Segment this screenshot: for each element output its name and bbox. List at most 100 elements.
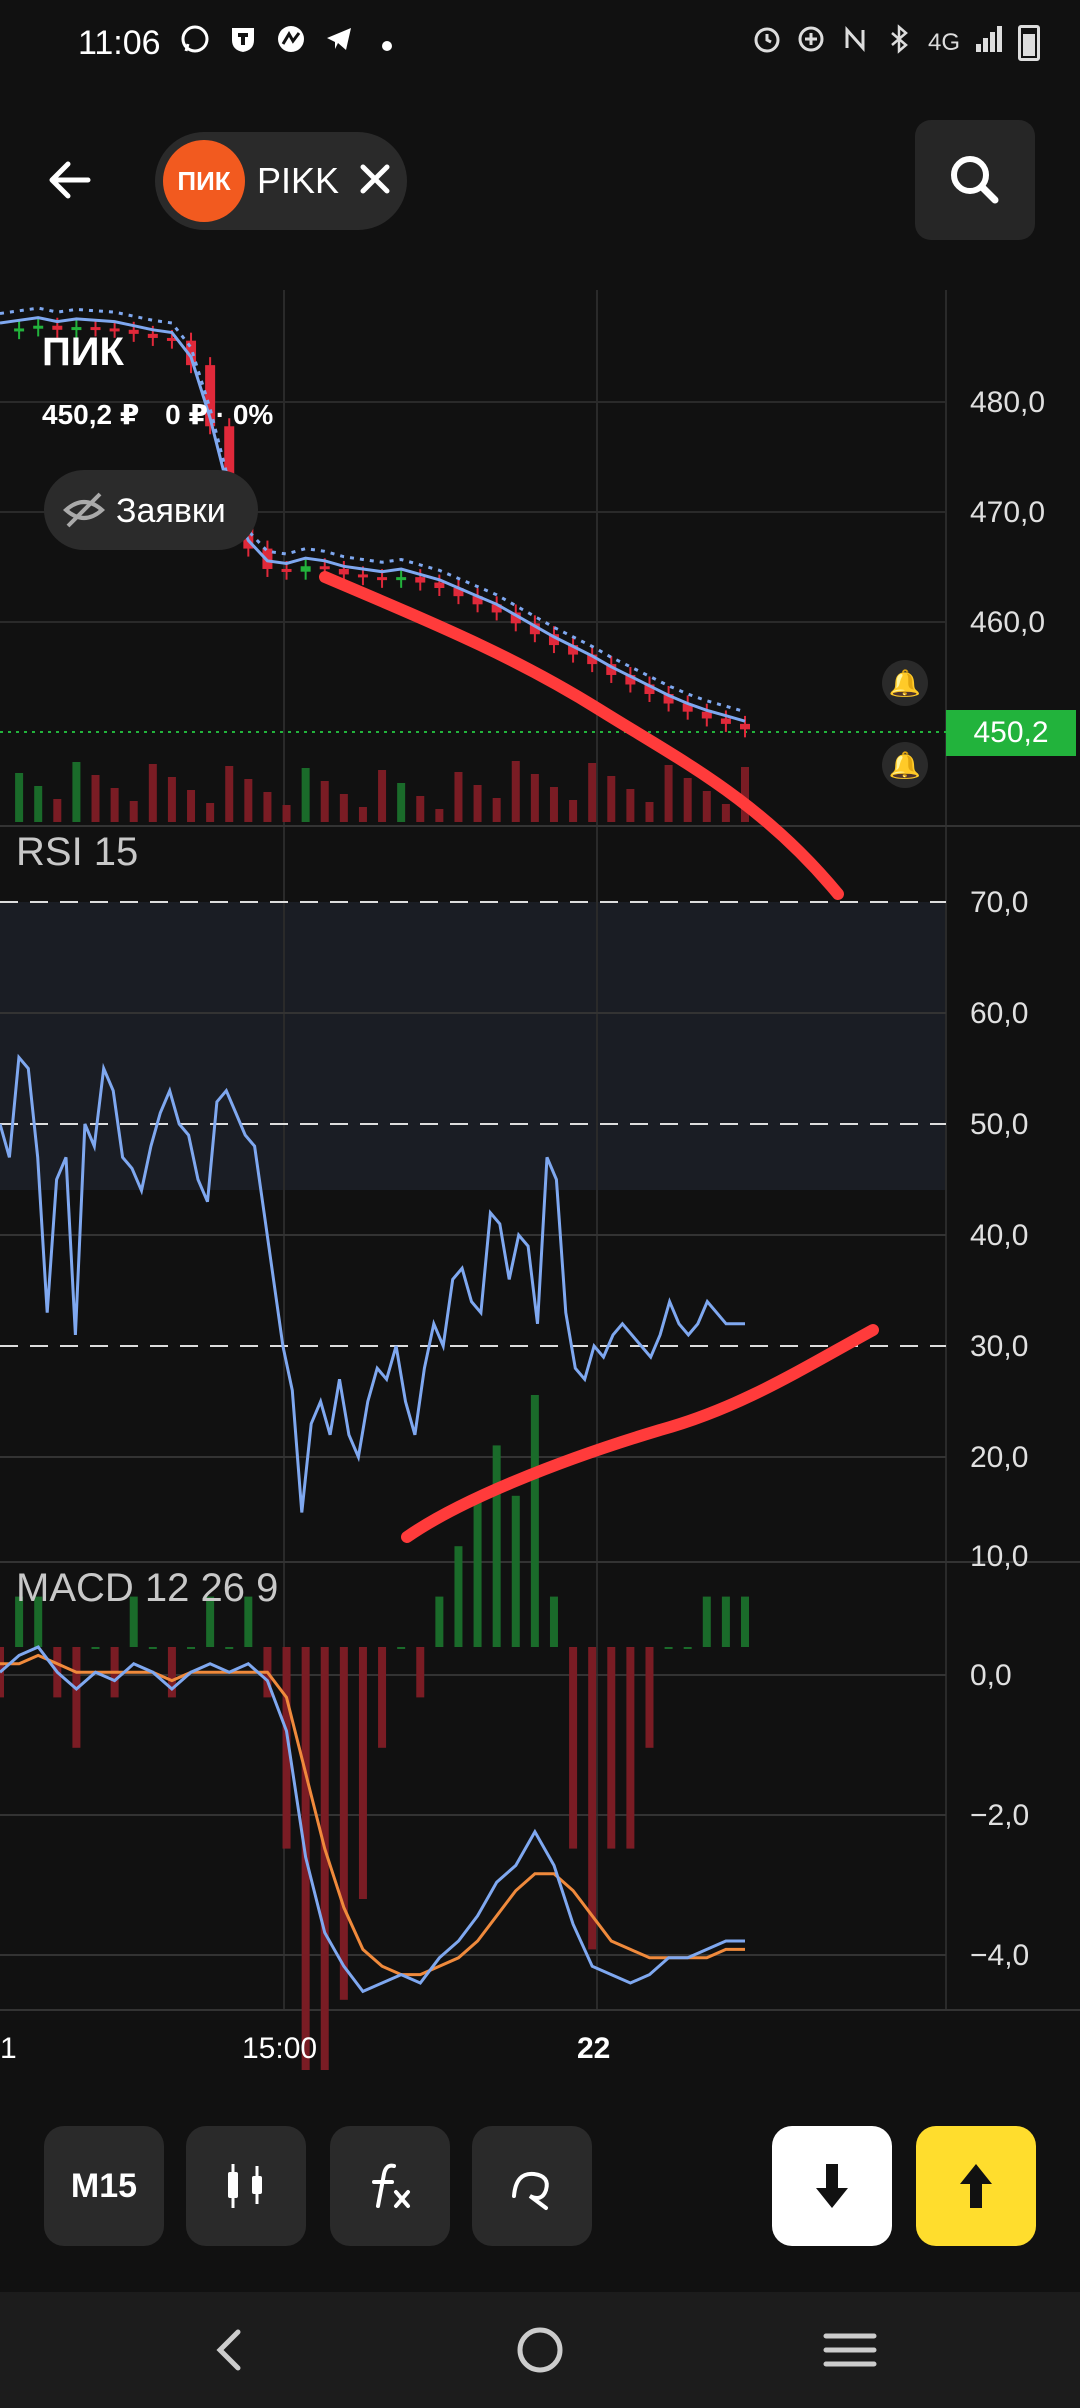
time-axis-label: 15:00 xyxy=(242,2032,318,2065)
volume-bar xyxy=(569,800,578,822)
macd-histogram-bar xyxy=(435,1596,444,1647)
volume-bar xyxy=(187,790,196,822)
volume-bar xyxy=(301,768,310,822)
volume-bar xyxy=(492,798,501,822)
bell-icon[interactable]: 🔔 xyxy=(882,660,928,706)
volume-bar xyxy=(225,766,234,822)
macd-histogram-bar xyxy=(72,1647,81,1748)
signal-icon xyxy=(974,24,1004,61)
sell-button[interactable] xyxy=(772,2126,892,2246)
chart-type-button[interactable] xyxy=(186,2126,306,2246)
volume-bar xyxy=(664,765,673,822)
price-change-pct: 0% xyxy=(232,399,274,430)
notification-icons xyxy=(180,24,402,62)
macd-histogram-bar xyxy=(683,1647,692,1649)
macd-histogram-bar xyxy=(225,1647,234,1649)
search-button[interactable] xyxy=(915,120,1035,240)
data-saver-icon xyxy=(796,24,826,61)
volume-bar xyxy=(358,807,367,822)
macd-histogram-bar xyxy=(530,1395,539,1647)
ticker-chip[interactable]: ПИК PIKK xyxy=(155,132,407,230)
eye-off-icon xyxy=(62,492,106,528)
arrow-down-icon xyxy=(816,2164,848,2208)
candle-body xyxy=(434,582,445,588)
volume-bar xyxy=(588,763,597,822)
macd-histogram-bar xyxy=(645,1647,654,1748)
candle-body xyxy=(415,577,426,583)
macd-histogram-bar xyxy=(91,1647,100,1649)
bell-icon[interactable]: 🔔 xyxy=(882,742,928,788)
orders-label: Заявки xyxy=(116,492,226,530)
remove-ticker-button[interactable] xyxy=(353,154,397,204)
nav-home-button[interactable] xyxy=(500,2320,580,2380)
telegram-icon xyxy=(324,24,354,62)
volume-bar xyxy=(511,761,520,822)
buy-button[interactable] xyxy=(916,2126,1036,2246)
back-button[interactable] xyxy=(40,150,120,210)
volume-bar xyxy=(91,775,100,822)
candle-body xyxy=(33,325,44,329)
function-icon xyxy=(372,2163,410,2208)
volume-bar xyxy=(397,783,406,822)
nav-back-button[interactable] xyxy=(190,2320,270,2380)
rsi-axis-label: 40,0 xyxy=(970,1219,1029,1252)
macd-label: MACD 12 26 9 xyxy=(16,1566,279,1610)
volume-bar xyxy=(15,773,24,822)
ticker-logo: ПИК xyxy=(163,140,245,222)
macd-histogram-bar xyxy=(148,1647,157,1649)
macd-histogram-bar xyxy=(588,1647,597,1950)
volume-bar xyxy=(435,809,444,822)
rsi-axis-label: 20,0 xyxy=(970,1441,1029,1474)
instrument-title: ПИК xyxy=(42,330,124,374)
last-price: 450,2 ₽ xyxy=(42,399,140,430)
rsi-axis-label: 70,0 xyxy=(970,886,1029,919)
system-nav-bar xyxy=(0,2292,1080,2408)
volume-bar xyxy=(454,772,463,822)
volume-bar xyxy=(320,781,329,822)
macd-histogram-bar xyxy=(187,1647,196,1649)
rsi-axis-label: 50,0 xyxy=(970,1108,1029,1141)
app-icon xyxy=(276,24,306,62)
macd-histogram-bar xyxy=(721,1596,730,1647)
rsi-axis-label: 60,0 xyxy=(970,997,1029,1030)
time-axis-label: 1 xyxy=(0,2032,17,2065)
header: ПИК PIKK xyxy=(0,120,1080,240)
ticker-name: PIKK xyxy=(257,160,340,201)
price-change: 0 ₽ xyxy=(165,399,208,430)
volume-bar xyxy=(282,805,291,822)
interval-button[interactable]: M15 xyxy=(44,2126,164,2246)
battery-icon xyxy=(1018,24,1040,61)
macd-axis-label: −2,0 xyxy=(970,1799,1030,1832)
chart-area[interactable]: ПИК 450,2 ₽ 0 ₽ · 0% Заявки 480,0 470,0 … xyxy=(0,290,1080,2070)
orders-toggle-button[interactable]: Заявки xyxy=(44,470,258,550)
macd-histogram-bar xyxy=(664,1647,673,1649)
whatsapp-icon xyxy=(180,24,210,62)
candle-body xyxy=(338,568,349,575)
candle-body xyxy=(720,718,731,724)
volume-bar xyxy=(244,779,253,822)
volume-bar xyxy=(683,778,692,822)
indicators-button[interactable] xyxy=(330,2126,450,2246)
drawing-tools-button[interactable] xyxy=(472,2126,592,2246)
volume-bar xyxy=(549,787,558,822)
volume-bar xyxy=(473,785,482,822)
volume-bar xyxy=(530,774,539,822)
volume-bar xyxy=(167,777,176,822)
rsi-axis-label: 30,0 xyxy=(970,1330,1029,1363)
macd-histogram-bar xyxy=(416,1647,425,1698)
search-icon xyxy=(951,156,999,204)
status-time: 11:06 xyxy=(78,24,161,62)
price-chart[interactable] xyxy=(0,290,1080,2070)
nav-recents-button[interactable] xyxy=(810,2320,890,2380)
macd-histogram-bar xyxy=(569,1647,578,1849)
price-axis-label: 460,0 xyxy=(970,606,1046,639)
home-circle-icon xyxy=(517,2327,563,2373)
macd-histogram-bar xyxy=(378,1647,387,1748)
volume-bar xyxy=(110,788,119,822)
macd-histogram-bar xyxy=(454,1546,463,1647)
chevron-left-icon xyxy=(216,2329,241,2371)
price-layer xyxy=(0,306,750,822)
candlestick-icon xyxy=(228,2164,262,2208)
candle-body xyxy=(357,574,368,578)
volume-bar xyxy=(607,776,616,822)
